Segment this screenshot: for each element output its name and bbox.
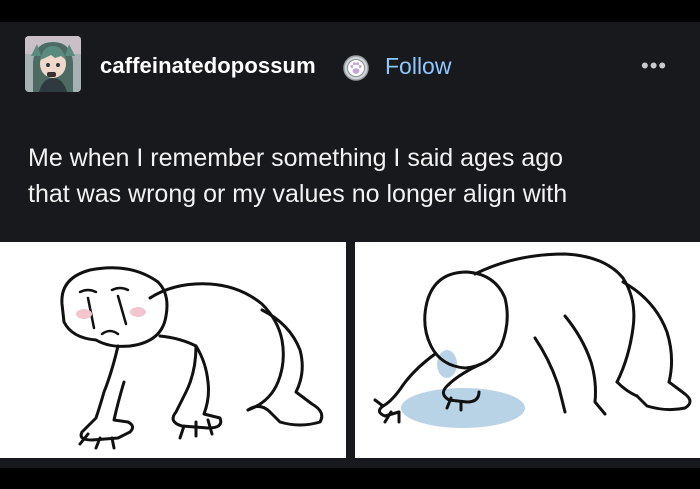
avatar-illustration	[25, 36, 81, 92]
avatar[interactable]	[25, 36, 81, 92]
crawling-crying-figure	[60, 266, 324, 450]
screenshot-frame: caffeinatedopossum Follow ••• Me when I …	[0, 0, 700, 489]
tumblr-post: caffeinatedopossum Follow ••• Me when I …	[0, 22, 700, 468]
post-caption: Me when I remember something I said ages…	[28, 140, 688, 212]
caption-line-2: that was wrong or my values no longer al…	[28, 180, 568, 208]
bottom-letterbox	[0, 468, 700, 489]
post-username[interactable]: caffeinatedopossum	[100, 53, 316, 79]
meme-image-right	[355, 242, 700, 458]
meme-image-left	[0, 242, 346, 458]
paw-badge-icon	[342, 54, 370, 82]
caption-line-1: Me when I remember something I said ages…	[28, 144, 563, 172]
crawling-crying-puddle-figure	[373, 252, 692, 428]
follow-button[interactable]: Follow	[385, 53, 451, 80]
more-options-icon[interactable]: •••	[641, 53, 667, 79]
post-header: caffeinatedopossum Follow •••	[0, 22, 700, 118]
